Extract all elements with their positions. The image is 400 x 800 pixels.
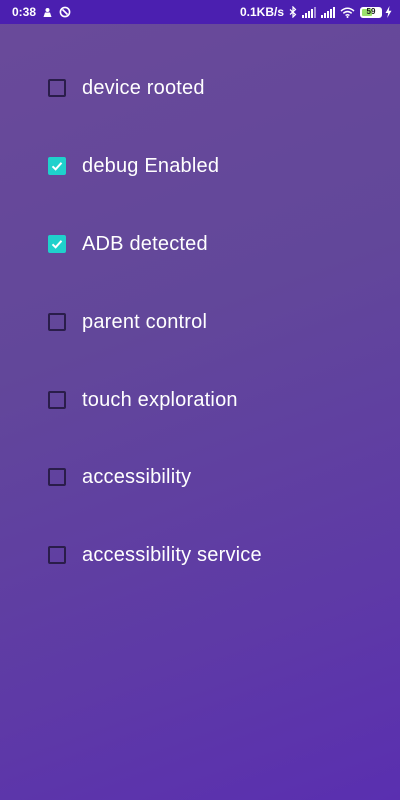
checkbox-row[interactable]: ADB detected: [40, 220, 208, 268]
checkbox-label: touch exploration: [82, 388, 238, 411]
battery-level: 59: [366, 7, 376, 16]
signal-icon: [321, 6, 335, 18]
checkbox-label: ADB detected: [82, 232, 208, 255]
charging-icon: [385, 6, 392, 18]
checkbox-label: device rooted: [82, 76, 205, 99]
status-bar-left: 0:38: [12, 5, 71, 19]
network-speed: 0.1KB/s: [239, 5, 284, 19]
checkbox[interactable]: [48, 546, 66, 564]
checkbox[interactable]: [48, 79, 66, 97]
status-time: 0:38: [12, 5, 37, 19]
status-bar: 0:38 0.1KB/s 59: [0, 0, 400, 24]
signal-icon: [302, 6, 316, 18]
status-bar-right: 0.1KB/s 59: [240, 5, 392, 19]
checkbox-label: accessibility service: [82, 543, 262, 566]
battery-body: 59: [360, 6, 382, 18]
checkbox[interactable]: [48, 235, 66, 253]
checkbox[interactable]: [48, 313, 66, 331]
battery-icon: 59: [360, 6, 382, 18]
checkbox-row[interactable]: parent control: [40, 298, 207, 346]
checkbox-row[interactable]: accessibility: [40, 453, 191, 501]
dnd-icon: [59, 6, 71, 18]
wifi-icon: [340, 7, 355, 18]
checkbox[interactable]: [48, 468, 66, 486]
check-icon: [51, 162, 63, 171]
check-icon: [51, 240, 63, 249]
bluetooth-icon: [289, 6, 297, 18]
checkbox-row[interactable]: accessibility service: [40, 531, 262, 579]
notification-icon: [42, 7, 53, 18]
checkbox-label: parent control: [82, 310, 208, 333]
checkbox-row[interactable]: device rooted: [40, 64, 205, 112]
checkbox[interactable]: [48, 391, 66, 409]
checkbox-label: accessibility: [82, 465, 192, 488]
checkbox-row[interactable]: touch exploration: [40, 376, 238, 424]
checkbox[interactable]: [48, 157, 66, 175]
checkbox-label: debug Enabled: [82, 154, 220, 177]
checkbox-row[interactable]: debug Enabled: [40, 142, 219, 190]
